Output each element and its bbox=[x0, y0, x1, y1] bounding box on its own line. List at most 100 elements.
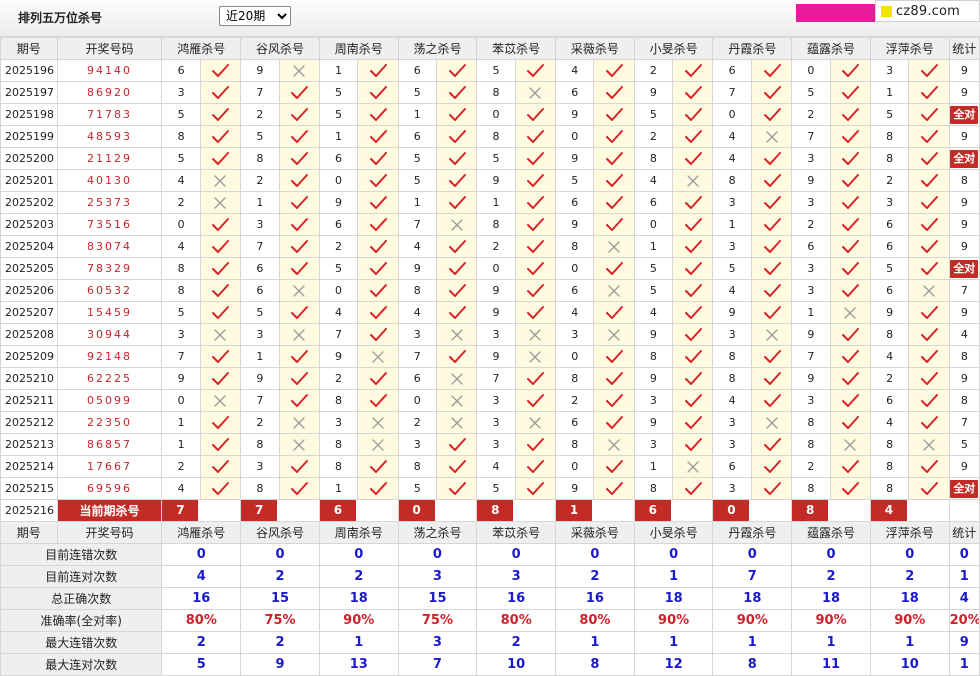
count-value: 9 bbox=[960, 306, 968, 319]
stat-value: 1 bbox=[633, 565, 714, 588]
site-logo[interactable]: cz89.com bbox=[875, 0, 980, 22]
kill-value-cell: 1 bbox=[791, 301, 831, 324]
kill-value-cell: 3 bbox=[791, 257, 831, 280]
cross-icon bbox=[372, 438, 384, 451]
header-dangzhi: 荡之杀号 bbox=[397, 37, 478, 60]
kill-result-cell bbox=[357, 81, 399, 104]
check-icon bbox=[527, 151, 545, 165]
check-icon bbox=[842, 393, 860, 407]
stat-row: 最大连对次数 5 9 13 7 10 8 12 8 11 10 1 bbox=[0, 653, 980, 676]
kill-result-cell bbox=[750, 455, 793, 478]
kill-result-cell bbox=[199, 345, 242, 368]
kill-result-cell bbox=[829, 389, 871, 412]
kill-value-cell: 3 bbox=[791, 147, 831, 170]
current-kill-value: 7 bbox=[162, 500, 199, 521]
kill-result-cell bbox=[750, 367, 793, 390]
kill-value-cell: 1 bbox=[318, 59, 359, 82]
check-icon bbox=[842, 217, 860, 231]
header-dangzhi: 荡之杀号 bbox=[397, 521, 478, 544]
kill-result-cell bbox=[435, 147, 478, 170]
table-header-row: 期号 开奖号码 鸿雁杀号 谷风杀号 周南杀号 荡之杀号 苯苡杀号 采薇杀号 小旻杀号 丹霞杀号 蕴露… bbox=[0, 521, 980, 544]
check-icon bbox=[527, 195, 545, 209]
kill-value-cell: 1 bbox=[318, 477, 359, 500]
kill-result-cell bbox=[593, 257, 635, 280]
period-cell: 2025197 bbox=[0, 81, 58, 104]
kill-value-cell: 8 bbox=[476, 125, 516, 148]
kill-result-cell bbox=[750, 301, 793, 324]
check-icon bbox=[684, 349, 702, 363]
count-cell: 9 bbox=[948, 125, 980, 148]
stat-value: 0 bbox=[476, 543, 557, 566]
check-icon bbox=[291, 393, 309, 407]
kill-result-cell bbox=[672, 59, 714, 82]
check-icon bbox=[527, 239, 545, 253]
kill-result-cell bbox=[357, 389, 399, 412]
kill-value-cell: 2 bbox=[869, 367, 910, 390]
count-value: 9 bbox=[960, 372, 968, 385]
kill-result-cell bbox=[514, 301, 557, 324]
check-icon bbox=[684, 415, 702, 429]
table-header-row: 期号 开奖号码 鸿雁杀号 谷风杀号 周南杀号 荡之杀号 苯苡杀号 采薇杀号 小旻杀号 丹霞杀号 蕴露… bbox=[0, 37, 980, 60]
kill-value-cell: 4 bbox=[161, 235, 201, 258]
draw-number-cell: 40130 bbox=[56, 169, 163, 192]
kill-value-cell: 7 bbox=[476, 367, 516, 390]
check-icon bbox=[684, 63, 702, 77]
check-icon bbox=[684, 327, 702, 341]
header-draw: 开奖号码 bbox=[56, 521, 163, 544]
draw-number-cell: 86920 bbox=[56, 81, 163, 104]
kill-result-cell bbox=[829, 169, 871, 192]
stat-value: 2 bbox=[791, 565, 871, 588]
stat-value: 15 bbox=[397, 587, 478, 610]
current-kill-value: 8 bbox=[477, 500, 514, 521]
cross-icon bbox=[608, 438, 620, 451]
count-cell: 8 bbox=[948, 389, 980, 412]
kill-value-cell: 5 bbox=[633, 103, 674, 126]
check-icon bbox=[920, 63, 938, 77]
cross-icon bbox=[844, 438, 856, 451]
kill-result-cell bbox=[908, 389, 950, 412]
check-icon bbox=[448, 107, 466, 121]
check-icon bbox=[212, 305, 230, 319]
header-zhounan: 周南杀号 bbox=[318, 37, 399, 60]
cross-icon bbox=[765, 130, 778, 143]
stat-value: 80% bbox=[555, 609, 635, 632]
promo-banner[interactable] bbox=[796, 4, 878, 22]
stat-value: 2 bbox=[476, 631, 557, 654]
kill-result-cell bbox=[278, 257, 320, 280]
kill-value-cell: 7 bbox=[240, 389, 280, 412]
cross-icon bbox=[214, 196, 227, 209]
stat-value: 0 bbox=[633, 543, 714, 566]
kill-value-cell: 8 bbox=[318, 389, 359, 412]
kill-value-cell: 9 bbox=[555, 213, 595, 236]
stat-value: 90% bbox=[318, 609, 399, 632]
table-row: 2025210 62225 9 9 2 6 7 8 9 8 9 2 9 bbox=[0, 367, 980, 390]
draw-number-cell: 62225 bbox=[56, 367, 163, 390]
stat-value: 1 bbox=[791, 631, 871, 654]
kill-value-cell: 3 bbox=[240, 323, 280, 346]
stat-label: 准确率(全对率) bbox=[0, 609, 163, 632]
period-select[interactable]: 近20期 bbox=[219, 6, 291, 26]
check-icon bbox=[920, 107, 938, 121]
kill-value-cell: 6 bbox=[869, 235, 910, 258]
stat-value: 80% bbox=[161, 609, 242, 632]
header-hongyan: 鸿雁杀号 bbox=[161, 37, 242, 60]
kill-value-cell: 4 bbox=[318, 301, 359, 324]
kill-result-cell bbox=[435, 103, 478, 126]
kill-value-cell: 8 bbox=[476, 213, 516, 236]
kill-value-cell: 3 bbox=[712, 411, 752, 434]
check-icon bbox=[527, 129, 545, 143]
table-row: 2025202 25373 2 1 9 1 1 6 6 3 3 3 9 bbox=[0, 191, 980, 214]
kill-value-cell: 5 bbox=[476, 477, 516, 500]
period-cell: 2025204 bbox=[0, 235, 58, 258]
count-cell: 5 bbox=[948, 433, 980, 456]
current-kill-value: 0 bbox=[399, 500, 435, 521]
kill-value-cell: 7 bbox=[161, 345, 201, 368]
check-icon bbox=[212, 217, 230, 231]
check-icon bbox=[842, 481, 860, 495]
kill-value-cell: 9 bbox=[633, 81, 674, 104]
kill-value-cell: 7 bbox=[791, 125, 831, 148]
kill-result-cell bbox=[199, 323, 242, 346]
table-row: 2025212 22350 1 2 3 2 3 6 9 3 8 4 7 bbox=[0, 411, 980, 434]
kill-result-cell bbox=[672, 477, 714, 500]
cross-icon bbox=[214, 394, 227, 407]
